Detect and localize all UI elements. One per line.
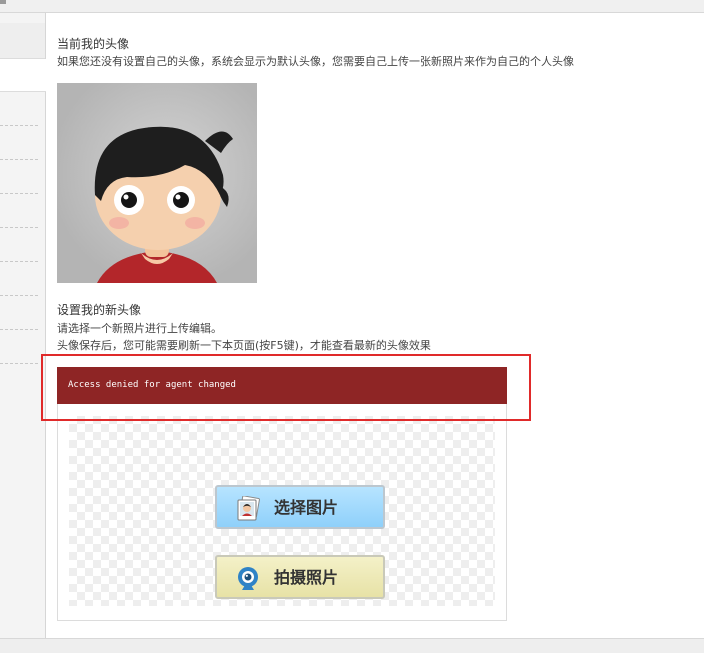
error-message: Access denied for agent changed: [57, 367, 507, 404]
sidebar-divider: [0, 363, 38, 364]
avatar-uploader: Access denied for agent changed 选择图片 拍摄照…: [57, 367, 507, 621]
take-photo-label: 拍摄照片: [274, 568, 339, 587]
sidebar-divider: [0, 159, 38, 160]
new-avatar-instruction: 请选择一个新照片进行上传编辑。: [57, 322, 222, 335]
current-avatar-heading: 当前我的头像: [57, 37, 130, 51]
bottom-strip: [0, 638, 704, 653]
new-avatar-heading: 设置我的新头像: [57, 303, 142, 317]
sidebar-divider: [0, 295, 38, 296]
sidebar-divider: [0, 329, 38, 330]
sidebar: [0, 13, 46, 638]
sidebar-divider: [0, 227, 38, 228]
upload-area: 选择图片 拍摄照片: [69, 416, 495, 606]
sidebar-divider: [0, 193, 38, 194]
top-strip: [0, 0, 704, 13]
sidebar-divider: [0, 261, 38, 262]
webcam-icon: [235, 566, 261, 592]
sidebar-item-active[interactable]: [0, 59, 46, 92]
sidebar-item-top[interactable]: [0, 23, 45, 59]
new-avatar-note: 头像保存后，您可能需要刷新一下本页面(按F5键)，才能查看最新的头像效果: [57, 339, 431, 352]
sidebar-divider: [0, 125, 38, 126]
avatar-illustration: [94, 126, 233, 283]
take-photo-button[interactable]: 拍摄照片: [215, 555, 385, 599]
current-avatar-description: 如果您还没有设置自己的头像，系统会显示为默认头像，您需要自己上传一张新照片来作为…: [57, 55, 574, 68]
top-strip-mark: [0, 0, 6, 4]
select-image-label: 选择图片: [274, 498, 339, 517]
select-image-button[interactable]: 选择图片: [215, 485, 385, 529]
avatar: [57, 83, 257, 283]
photo-stack-icon: [235, 495, 261, 522]
